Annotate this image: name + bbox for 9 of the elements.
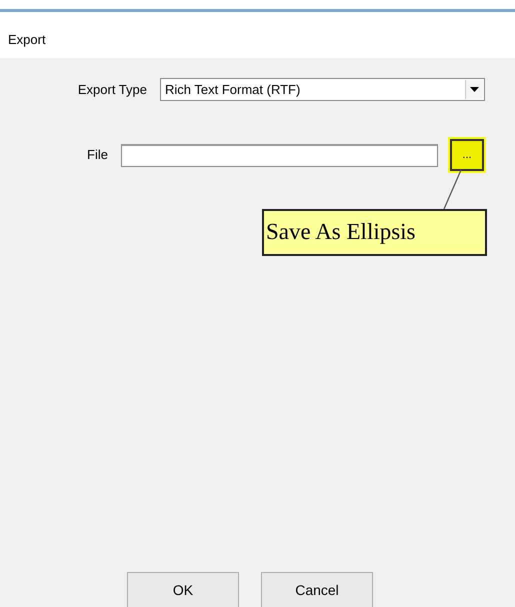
file-field[interactable] [121, 144, 438, 166]
cancel-button[interactable]: Cancel [261, 572, 373, 607]
export-type-dropdown[interactable]: Rich Text Format (RTF) [160, 78, 485, 101]
callout-note: Save As Ellipsis [262, 209, 487, 256]
ok-button[interactable]: OK [127, 572, 239, 607]
export-type-label: Export Type [76, 80, 148, 99]
file-label: File [86, 146, 109, 164]
window-title: Export [8, 32, 46, 47]
browse-button[interactable]: ... [450, 139, 484, 171]
